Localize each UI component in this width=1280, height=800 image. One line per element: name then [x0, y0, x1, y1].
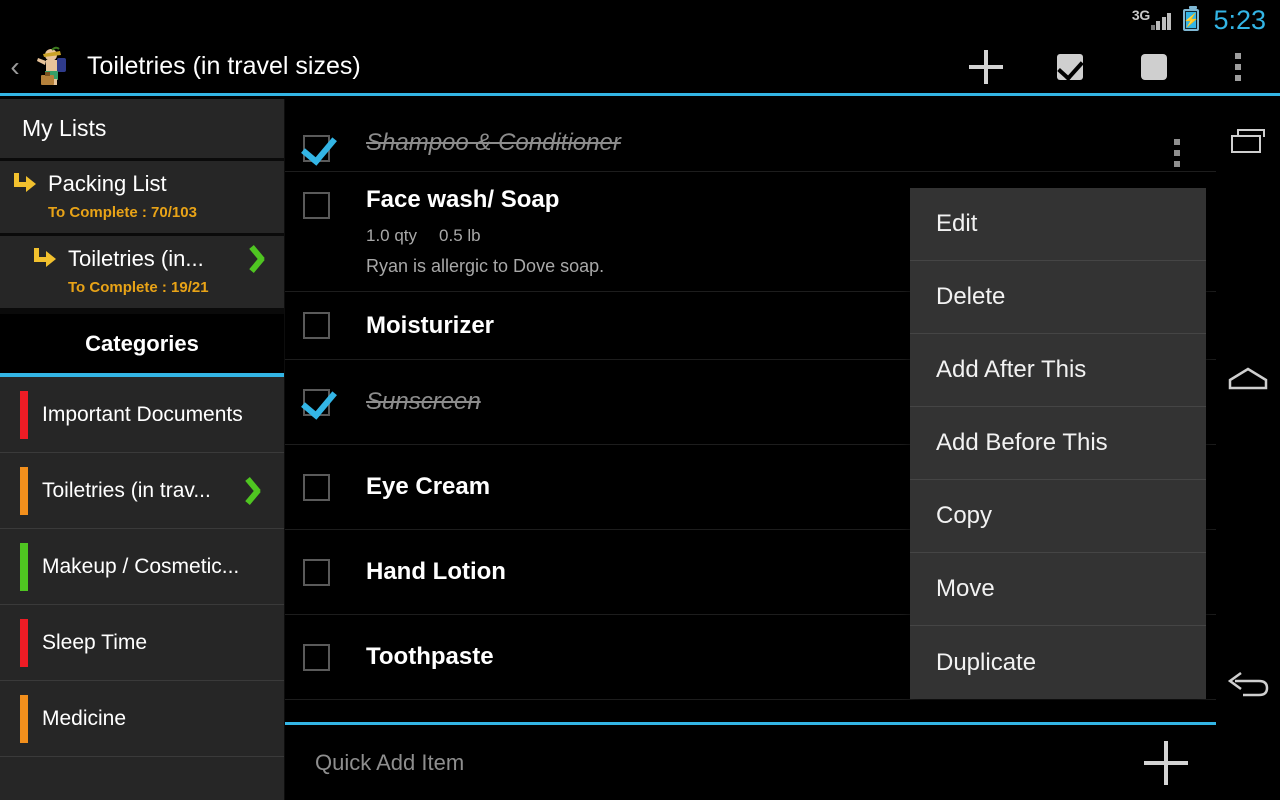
item-title: Toothpaste [366, 643, 494, 670]
status-bar-clock: 5:23 [1213, 5, 1266, 36]
list-top-spacer [285, 99, 1216, 115]
quick-add-button[interactable] [1144, 741, 1188, 785]
home-button[interactable] [1216, 349, 1280, 413]
category-color-bar [20, 695, 28, 743]
check-all-button[interactable] [1028, 39, 1112, 95]
item-title: Eye Cream [366, 473, 490, 500]
category-label: Sleep Time [42, 631, 147, 655]
category-item-medicine[interactable]: Medicine [0, 681, 284, 757]
home-icon [1226, 364, 1270, 399]
menu-item-delete[interactable]: Delete [910, 261, 1206, 334]
menu-item-edit[interactable]: Edit [910, 188, 1206, 261]
category-color-bar [20, 467, 28, 515]
quick-add-input[interactable]: Quick Add Item [315, 750, 464, 776]
action-bar-buttons [944, 39, 1280, 95]
page-title: Toiletries (in travel sizes) [87, 52, 361, 81]
list-name: Packing List [48, 171, 167, 197]
item-title: Sunscreen [366, 388, 481, 415]
item-body: Shampoo & Conditioner [366, 115, 1174, 171]
uncheck-all-button[interactable] [1112, 39, 1196, 95]
system-nav-bar [1216, 99, 1280, 800]
action-bar: ‹ Toiletries (in travel sizes) [0, 40, 1280, 96]
add-item-button[interactable] [944, 39, 1028, 95]
overflow-menu-button[interactable] [1196, 39, 1280, 95]
list-item-toiletries[interactable]: Toiletries (in... To Complete : 19/21 [0, 236, 284, 311]
menu-item-move[interactable]: Move [910, 553, 1206, 626]
traveler-app-icon[interactable] [28, 45, 72, 89]
table-row[interactable]: Shampoo & Conditioner [285, 115, 1216, 172]
item-checkbox[interactable] [303, 474, 330, 501]
item-checkbox[interactable] [303, 389, 330, 416]
category-item-sleep-time[interactable]: Sleep Time [0, 605, 284, 681]
drawer-header: My Lists [0, 99, 284, 161]
item-context-menu: Edit Delete Add After This Add Before Th… [910, 188, 1206, 699]
android-screen: 3G ⚡ 5:23 ‹ Toiletries (in travel [0, 0, 1280, 800]
item-title: Hand Lotion [366, 558, 506, 585]
category-color-bar [20, 619, 28, 667]
item-checkbox[interactable] [303, 644, 330, 671]
category-item-makeup-cosmetics[interactable]: Makeup / Cosmetic... [0, 529, 284, 605]
three-dots-icon [1235, 53, 1241, 81]
menu-item-copy[interactable]: Copy [910, 480, 1206, 553]
recents-icon [1231, 129, 1265, 153]
recents-button[interactable] [1216, 109, 1280, 173]
chevron-right-icon[interactable] [242, 478, 268, 504]
item-weight: 0.5 lb [439, 226, 481, 246]
checked-box-icon [1057, 54, 1083, 80]
empty-box-icon [1141, 54, 1167, 80]
category-label: Toiletries (in trav... [42, 479, 211, 503]
item-title: Shampoo & Conditioner [366, 129, 621, 156]
category-label: Important Documents [42, 403, 243, 427]
menu-item-duplicate[interactable]: Duplicate [910, 626, 1206, 699]
category-color-bar [20, 543, 28, 591]
item-checkbox[interactable] [303, 192, 330, 219]
category-label: Medicine [42, 707, 126, 731]
status-bar: 3G ⚡ 5:23 [0, 0, 1280, 40]
signal-bars-icon [1151, 10, 1172, 30]
plus-icon [969, 50, 1003, 84]
menu-item-add-before-this[interactable]: Add Before This [910, 407, 1206, 480]
item-quantity: 1.0 qty [366, 226, 417, 246]
sublist-arrow-icon [12, 173, 38, 195]
list-name: Toiletries (in... [68, 246, 204, 272]
quick-add-bar: Quick Add Item [285, 725, 1216, 800]
battery-charging-icon: ⚡ [1183, 9, 1199, 31]
category-color-bar [20, 391, 28, 439]
lists-drawer: My Lists Packing List To Complete : 70/1… [0, 99, 285, 800]
list-progress: To Complete : 70/103 [48, 204, 272, 221]
network-type-label: 3G [1132, 7, 1150, 23]
item-checkbox[interactable] [303, 135, 330, 162]
chevron-right-icon[interactable] [246, 246, 272, 272]
list-item-packing-list[interactable]: Packing List To Complete : 70/103 [0, 161, 284, 236]
list-bottom-divider [285, 722, 1216, 725]
item-checkbox[interactable] [303, 312, 330, 339]
item-checkbox[interactable] [303, 559, 330, 586]
tab-categories[interactable]: Categories [0, 311, 284, 377]
item-title: Moisturizer [366, 312, 494, 339]
back-icon [1225, 669, 1271, 703]
back-chevron-icon[interactable]: ‹ [4, 53, 26, 81]
item-overflow-button[interactable] [1174, 139, 1180, 167]
sublist-arrow-icon [32, 248, 58, 270]
category-item-important-documents[interactable]: Important Documents [0, 377, 284, 453]
back-button[interactable] [1216, 654, 1280, 718]
menu-item-add-after-this[interactable]: Add After This [910, 334, 1206, 407]
list-progress: To Complete : 19/21 [68, 279, 272, 296]
category-item-toiletries[interactable]: Toiletries (in trav... [0, 453, 284, 529]
category-label: Makeup / Cosmetic... [42, 555, 239, 579]
